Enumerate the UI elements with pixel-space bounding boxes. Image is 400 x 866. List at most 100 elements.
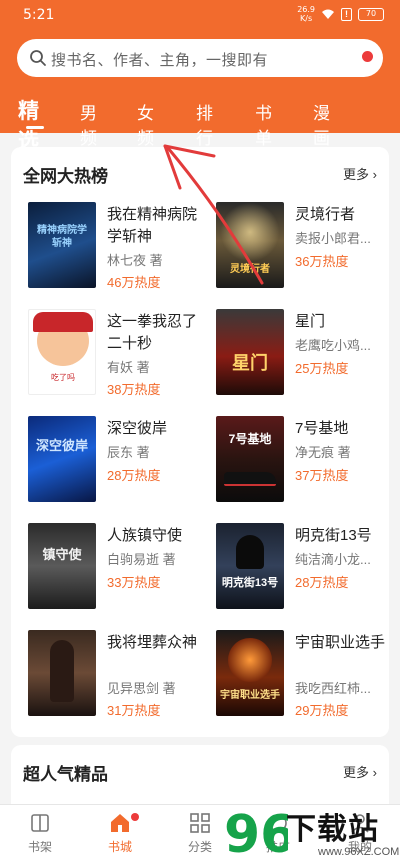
cover-title-text: 明克街13号 bbox=[221, 577, 279, 589]
book-heat: 28万热度 bbox=[107, 468, 161, 483]
book-author: 白驹易逝 著 bbox=[107, 552, 176, 567]
book-cover: 星门 bbox=[216, 309, 284, 395]
status-icons: 26.9 K/s ! 70 bbox=[297, 5, 384, 23]
book-item[interactable]: 深空彼岸 深空彼岸 辰东 著 28万热度 bbox=[28, 416, 208, 506]
tab-male[interactable]: 男频 bbox=[80, 99, 97, 149]
book-title: 我将埋葬众神 bbox=[107, 634, 198, 651]
book-cover: 深空彼岸 bbox=[28, 416, 96, 502]
book-author: 辰东 著 bbox=[107, 445, 150, 460]
book-cover: 明克街13号 bbox=[216, 523, 284, 609]
hot-list-card: 全网大热榜 更多 › 精神病院学斩神 我在精神病院学斩神 林七夜 著 46万热度… bbox=[11, 147, 389, 737]
book-author: 卖报小郎君... bbox=[295, 231, 371, 246]
hot-list-more-link[interactable]: 更多 › bbox=[343, 164, 377, 183]
super-popular-more-link[interactable]: 更多 › bbox=[343, 762, 377, 781]
battery-icon: 70 bbox=[358, 7, 384, 21]
cover-title-text: 吃了吗 bbox=[51, 373, 75, 382]
book-title: 灵境行者 bbox=[295, 206, 356, 223]
more-label: 更多 bbox=[343, 167, 370, 182]
watermark-url: www.96XZ.COM bbox=[318, 846, 400, 858]
wifi-icon bbox=[322, 9, 334, 19]
book-author: 老鹰吃小鸡... bbox=[295, 338, 371, 353]
svg-text:96: 96 bbox=[224, 805, 288, 862]
nav-bookshelf[interactable]: 书架 bbox=[10, 811, 70, 855]
chevron-right-icon: › bbox=[372, 765, 377, 780]
chevron-right-icon: › bbox=[372, 167, 377, 182]
alert-icon: ! bbox=[341, 7, 352, 21]
book-author: 有妖 著 bbox=[107, 360, 150, 375]
network-speed-unit: K/s bbox=[300, 14, 313, 23]
category-grid-icon bbox=[190, 813, 210, 833]
section-title-super-popular: 超人气精品 bbox=[23, 765, 108, 784]
book-author: 我吃西红柿... bbox=[295, 681, 371, 696]
nav-label: 书架 bbox=[27, 840, 52, 854]
book-item[interactable]: 镇守使 人族镇守使 白驹易逝 著 33万热度 bbox=[28, 523, 208, 613]
book-heat: 31万热度 bbox=[107, 703, 161, 718]
book-heat: 46万热度 bbox=[107, 275, 161, 290]
top-header: 5:21 26.9 K/s ! 70 搜书名、作者、主角，一搜即有 精选 男频 … bbox=[0, 0, 400, 153]
book-item[interactable]: 精神病院学斩神 我在精神病院学斩神 林七夜 著 46万热度 bbox=[28, 202, 208, 292]
tab-ranking[interactable]: 排行 bbox=[196, 99, 213, 149]
book-cover: 精神病院学斩神 bbox=[28, 202, 96, 288]
search-bar[interactable]: 搜书名、作者、主角，一搜即有 bbox=[17, 39, 383, 77]
book-item[interactable]: 星门 星门 老鹰吃小鸡... 25万热度 bbox=[216, 309, 396, 399]
search-icon bbox=[30, 50, 46, 66]
status-time: 5:21 bbox=[23, 7, 55, 23]
book-author: 见异思剑 著 bbox=[107, 681, 176, 696]
book-cover: 镇守使 bbox=[28, 523, 96, 609]
search-placeholder: 搜书名、作者、主角，一搜即有 bbox=[51, 52, 269, 69]
book-author: 林七夜 著 bbox=[107, 253, 163, 268]
site-watermark-logo: 96 下载站 www.96XZ.COM bbox=[222, 798, 400, 866]
cover-title-text: 星门 bbox=[232, 353, 268, 373]
book-title: 这一拳我忍了二十秒 bbox=[107, 313, 198, 352]
cover-title-text: 灵境行者 bbox=[230, 264, 270, 275]
home-icon bbox=[111, 814, 129, 832]
book-heat: 33万热度 bbox=[107, 575, 161, 590]
book-item[interactable]: 灵境行者 灵境行者 卖报小郎君... 36万热度 bbox=[216, 202, 396, 292]
cover-title-text: 镇守使 bbox=[42, 547, 82, 562]
book-heat: 37万热度 bbox=[295, 468, 349, 483]
nav-category[interactable]: 分类 bbox=[170, 811, 230, 855]
book-heat: 25万热度 bbox=[295, 361, 349, 376]
tab-booklist[interactable]: 书单 bbox=[255, 99, 272, 149]
active-tab-indicator bbox=[26, 126, 44, 129]
book-item[interactable]: 吃了吗 这一拳我忍了二十秒 有妖 著 38万热度 bbox=[28, 309, 208, 399]
notification-dot bbox=[131, 813, 139, 821]
cover-title-text: 7号基地 bbox=[228, 432, 272, 446]
book-cover: 7号基地 bbox=[216, 416, 284, 502]
cover-title-text: 精神病院学斩神 bbox=[37, 225, 87, 249]
watermark-text: 下载站 bbox=[286, 812, 379, 847]
bookshelf-icon bbox=[31, 814, 49, 832]
book-heat: 28万热度 bbox=[295, 575, 349, 590]
book-author: 净无痕 著 bbox=[295, 445, 351, 460]
watermark-96-logo-icon: 96 bbox=[224, 805, 288, 862]
cover-title-text: 宇宙职业选手 bbox=[220, 690, 280, 701]
nav-label: 分类 bbox=[187, 840, 212, 854]
book-cover: 吃了吗 bbox=[28, 309, 96, 395]
section-title-hot-list: 全网大热榜 bbox=[23, 167, 108, 186]
tab-featured[interactable]: 精选 bbox=[18, 95, 39, 155]
nav-bookstore[interactable]: 书城 bbox=[90, 811, 150, 855]
book-heat: 38万热度 bbox=[107, 382, 161, 397]
book-item[interactable]: 宇宙职业选手 宇宙职业选手 我吃西红柿... 29万热度 bbox=[216, 630, 396, 720]
book-title: 我在精神病院学斩神 bbox=[107, 206, 198, 245]
book-heat: 36万热度 bbox=[295, 254, 349, 269]
book-heat: 29万热度 bbox=[295, 703, 349, 718]
more-label: 更多 bbox=[343, 765, 370, 780]
book-author: 纯洁滴小龙... bbox=[295, 552, 371, 567]
cover-title-text: 深空彼岸 bbox=[35, 438, 88, 453]
book-title: 深空彼岸 bbox=[107, 420, 168, 437]
book-item[interactable]: 7号基地 7号基地 净无痕 著 37万热度 bbox=[216, 416, 396, 506]
book-title: 7号基地 bbox=[295, 420, 349, 437]
book-title: 宇宙职业选手 bbox=[295, 634, 386, 651]
network-speed-value: 26.9 bbox=[297, 5, 315, 14]
book-title: 人族镇守使 bbox=[107, 527, 183, 544]
book-item[interactable]: 我将埋葬众神 见异思剑 著 31万热度 bbox=[28, 630, 208, 720]
book-title: 明克街13号 bbox=[295, 527, 372, 544]
status-bar: 5:21 26.9 K/s ! 70 bbox=[0, 0, 400, 30]
book-cover: 宇宙职业选手 bbox=[216, 630, 284, 716]
network-speed: 26.9 K/s bbox=[297, 5, 315, 23]
search-badge-dot bbox=[362, 51, 373, 62]
tab-comics[interactable]: 漫画 bbox=[313, 99, 330, 149]
tab-female[interactable]: 女频 bbox=[137, 99, 154, 149]
book-item[interactable]: 明克街13号 明克街13号 纯洁滴小龙... 28万热度 bbox=[216, 523, 396, 613]
